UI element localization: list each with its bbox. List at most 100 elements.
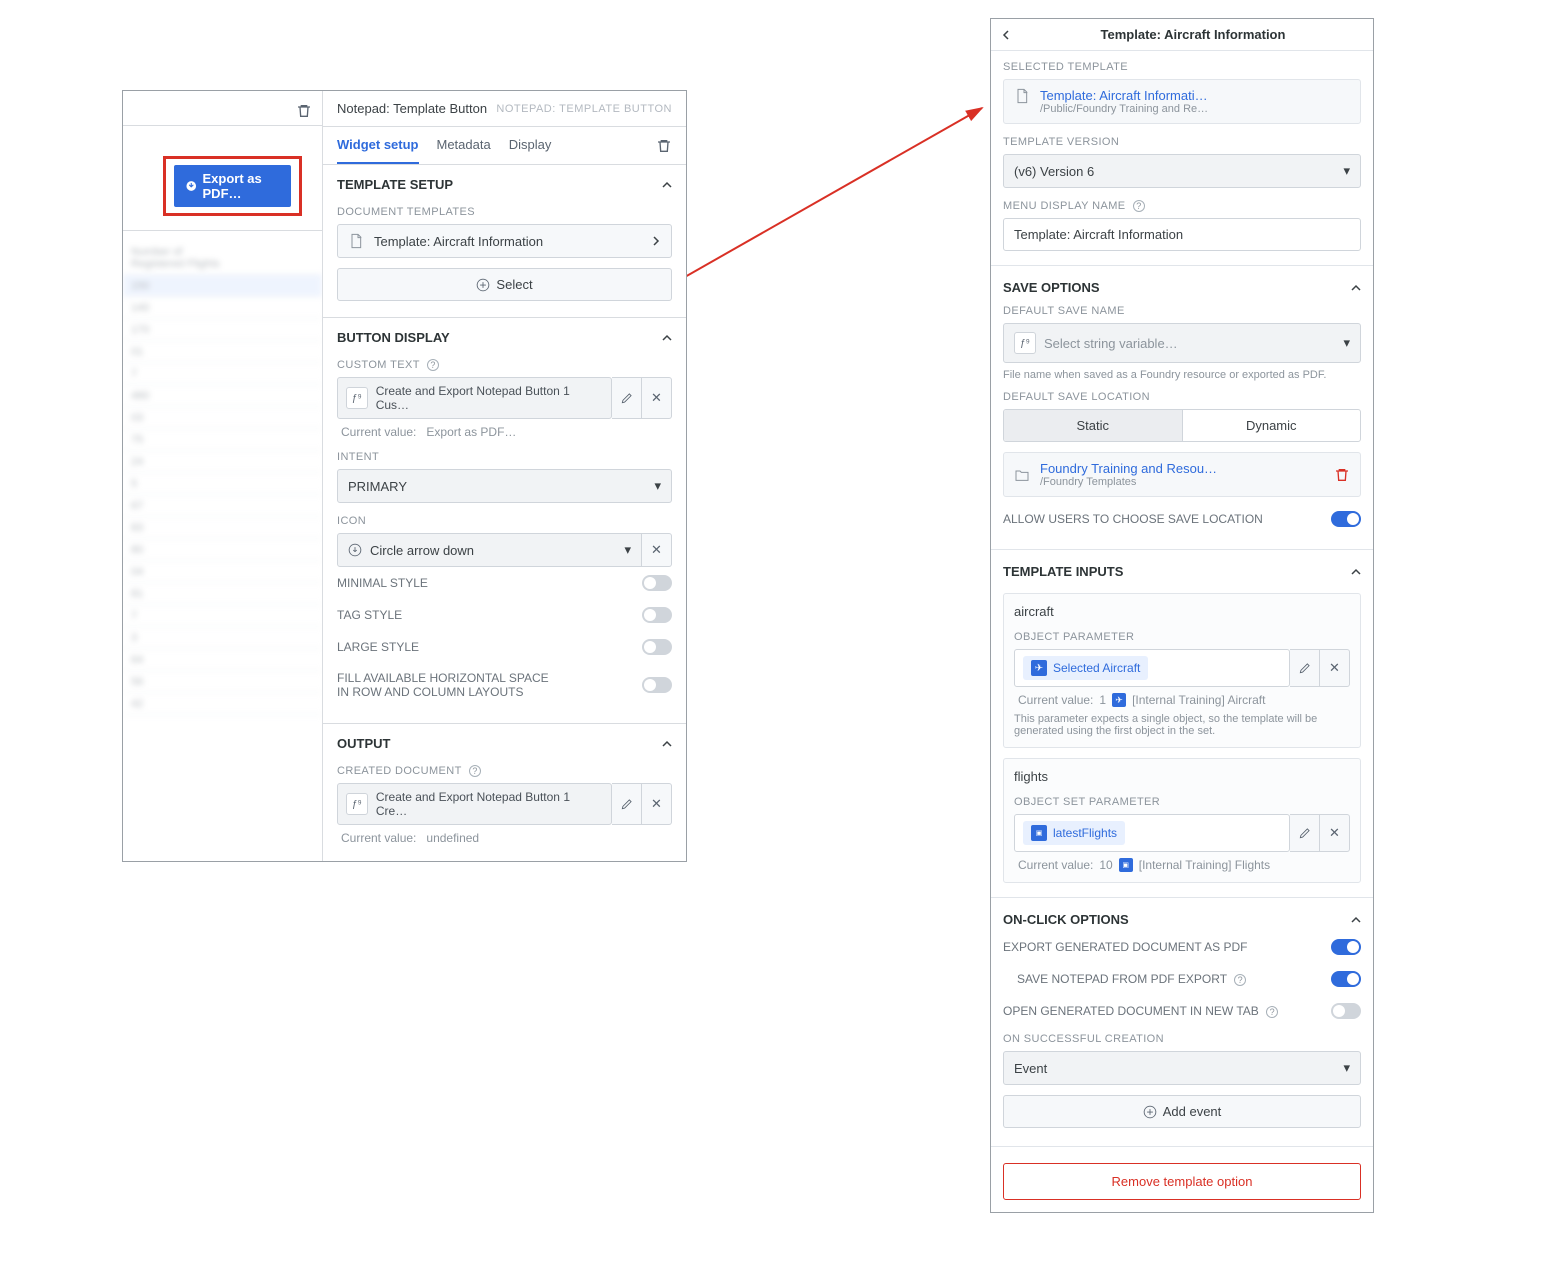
delete-widget-icon[interactable] (656, 138, 672, 154)
input-flights: flights OBJECT SET PARAMETER ▣latestFlig… (1003, 758, 1361, 883)
set-icon: ▣ (1119, 858, 1133, 872)
caret-down-icon: ▾ (1343, 335, 1350, 351)
open-new-tab-toggle[interactable] (1331, 1003, 1361, 1019)
default-save-name-select[interactable]: ƒ⁹ Select string variable… ▾ (1003, 323, 1361, 363)
version-label: TEMPLATE VERSION (1003, 124, 1361, 154)
tab-display[interactable]: Display (509, 127, 552, 164)
connector-arrow (662, 90, 1012, 310)
tag-style-toggle[interactable] (642, 607, 672, 623)
clear-created-doc-button[interactable]: ✕ (642, 783, 672, 825)
save-notepad-toggle[interactable] (1331, 971, 1361, 987)
aircraft-note: This parameter expects a single object, … (1014, 707, 1350, 737)
edit-flights-param-button[interactable] (1290, 814, 1320, 852)
variable-icon: ƒ⁹ (1014, 332, 1036, 354)
flights-current-text: [Internal Training] Flights (1139, 858, 1270, 872)
export-pdf-label: EXPORT GENERATED DOCUMENT AS PDF (1003, 940, 1248, 954)
variable-icon: ƒ⁹ (346, 387, 368, 409)
caret-down-icon: ▾ (624, 542, 631, 558)
fill-space-toggle[interactable] (642, 677, 672, 693)
fill-space-label: FILL AVAILABLE HORIZONTAL SPACE IN ROW A… (337, 671, 557, 699)
clear-icon-button[interactable]: ✕ (642, 533, 672, 567)
plus-circle-icon (1143, 1105, 1157, 1119)
aircraft-param-value[interactable]: ✈Selected Aircraft (1014, 649, 1290, 687)
highlight-frame: Export as PDF… (163, 156, 302, 216)
export-button-label: Export as PDF… (203, 171, 279, 201)
allow-choose-label: ALLOW USERS TO CHOOSE SAVE LOCATION (1003, 512, 1263, 526)
export-pdf-toggle[interactable] (1331, 939, 1361, 955)
config-side: Notepad: Template Button NOTEPAD: TEMPLA… (323, 91, 686, 861)
trash-icon[interactable] (296, 103, 312, 119)
input-aircraft: aircraft OBJECT PARAMETER ✈Selected Airc… (1003, 593, 1361, 748)
created-doc-label: CREATED DOCUMENT (337, 765, 462, 777)
document-icon (348, 233, 364, 249)
segment-static[interactable]: Static (1004, 410, 1182, 441)
current-value-text: Export as PDF… (426, 425, 516, 439)
icon-select[interactable]: Circle arrow down ▾ (337, 533, 642, 567)
variable-icon: ƒ⁹ (346, 793, 368, 815)
menu-name-label: MENU DISPLAY NAME (1003, 200, 1126, 212)
config-title: Notepad: Template Button (337, 101, 487, 116)
allow-choose-toggle[interactable] (1331, 511, 1361, 527)
tab-metadata[interactable]: Metadata (437, 127, 491, 164)
location-segment: Static Dynamic (1003, 409, 1361, 442)
edit-aircraft-param-button[interactable] (1290, 649, 1320, 687)
chevron-up-icon[interactable] (1351, 567, 1361, 577)
clear-aircraft-param-button[interactable]: ✕ (1320, 649, 1350, 687)
chevron-up-icon[interactable] (662, 739, 672, 749)
custom-text-value[interactable]: ƒ⁹ Create and Export Notepad Button 1 Cu… (337, 377, 612, 419)
select-template-button[interactable]: Select (337, 268, 672, 301)
chevron-up-icon[interactable] (1351, 915, 1361, 925)
clear-flights-param-button[interactable]: ✕ (1320, 814, 1350, 852)
back-icon[interactable] (1001, 30, 1015, 40)
flights-title: flights (1014, 769, 1350, 790)
list-side: Export as PDF… Number ofRegistered Fligh… (123, 91, 323, 861)
minimal-style-toggle[interactable] (642, 575, 672, 591)
section-output: OUTPUT CREATED DOCUMENT ? ƒ⁹ Create and … (323, 724, 686, 861)
help-icon[interactable]: ? (1266, 1006, 1278, 1018)
export-pdf-button[interactable]: Export as PDF… (174, 165, 291, 207)
tab-widget-setup[interactable]: Widget setup (337, 127, 419, 164)
help-icon[interactable]: ? (427, 359, 439, 371)
edit-created-doc-button[interactable] (612, 783, 642, 825)
airplane-icon: ✈ (1112, 693, 1126, 707)
template-item[interactable]: Template: Aircraft Information (337, 224, 672, 258)
version-select[interactable]: (v6) Version 6 ▾ (1003, 154, 1361, 188)
help-icon[interactable]: ? (1234, 974, 1246, 986)
large-style-toggle[interactable] (642, 639, 672, 655)
flights-current-count: 10 (1099, 858, 1112, 872)
document-icon (1014, 88, 1030, 104)
edit-custom-text-button[interactable] (612, 377, 642, 419)
chevron-up-icon[interactable] (662, 180, 672, 190)
add-event-button[interactable]: Add event (1003, 1095, 1361, 1128)
open-new-tab-label: OPEN GENERATED DOCUMENT IN NEW TAB (1003, 1004, 1259, 1018)
output-heading: OUTPUT (337, 736, 390, 751)
output-current-value: undefined (426, 831, 479, 845)
flights-current-label: Current value: (1018, 858, 1093, 872)
right-panel-title: Template: Aircraft Information (1023, 27, 1363, 42)
set-icon: ▣ (1031, 825, 1047, 841)
aircraft-current-label: Current value: (1018, 693, 1093, 707)
remove-template-button[interactable]: Remove template option (1003, 1163, 1361, 1200)
created-doc-value[interactable]: ƒ⁹ Create and Export Notepad Button 1 Cr… (337, 783, 612, 825)
help-icon[interactable]: ? (469, 765, 481, 777)
on-success-select[interactable]: Event ▾ (1003, 1051, 1361, 1085)
menu-name-input[interactable]: Template: Aircraft Information (1003, 218, 1361, 251)
aircraft-current-count: 1 (1099, 693, 1106, 707)
selected-template-card[interactable]: Template: Aircraft Informati… /Public/Fo… (1003, 79, 1361, 124)
clear-custom-text-button[interactable]: ✕ (642, 377, 672, 419)
aircraft-param-label: OBJECT PARAMETER (1014, 625, 1350, 649)
flights-param-value[interactable]: ▣latestFlights (1014, 814, 1290, 852)
intent-select[interactable]: PRIMARY ▾ (337, 469, 672, 503)
caret-down-icon: ▾ (1343, 1060, 1350, 1076)
custom-text-label: CUSTOM TEXT (337, 359, 420, 371)
location-card[interactable]: Foundry Training and Resou… /Foundry Tem… (1003, 452, 1361, 497)
remove-folder-icon[interactable] (1334, 467, 1350, 483)
segment-dynamic[interactable]: Dynamic (1182, 410, 1361, 441)
config-code: NOTEPAD: TEMPLATE BUTTON (496, 103, 672, 115)
help-icon[interactable]: ? (1133, 200, 1145, 212)
circle-arrow-down-icon (348, 543, 362, 557)
caret-down-icon: ▾ (1343, 163, 1350, 179)
output-current-label: Current value: (341, 831, 416, 845)
chevron-up-icon[interactable] (1351, 283, 1361, 293)
chevron-up-icon[interactable] (662, 333, 672, 343)
